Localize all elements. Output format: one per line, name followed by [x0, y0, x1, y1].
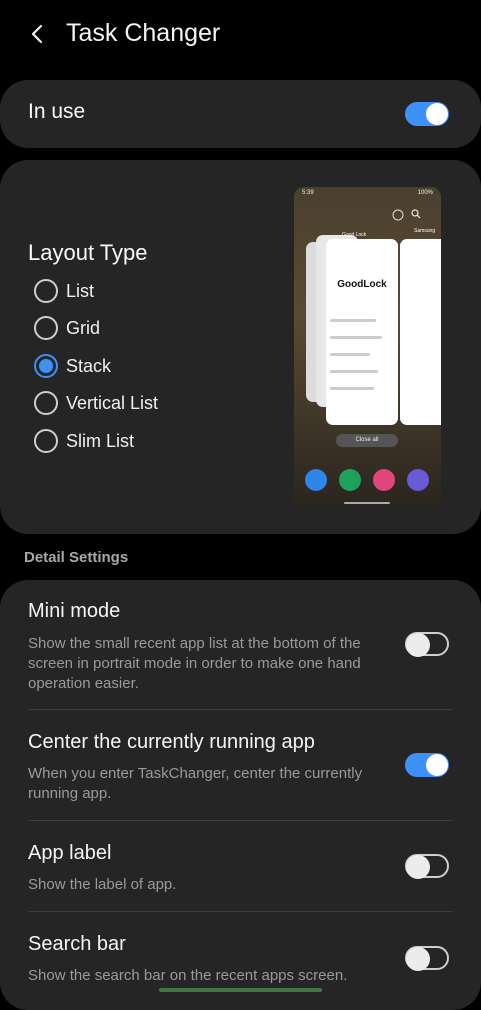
- gallery-icon: [373, 469, 395, 491]
- setting-title-search-bar[interactable]: Search bar: [28, 933, 126, 956]
- setting-desc-search-bar: Show the search bar on the recent apps s…: [28, 967, 348, 984]
- layout-type-card: Layout Type List Grid Stack Vertical Lis…: [0, 160, 481, 534]
- detail-settings-card: Mini mode Show the small recent app list…: [0, 580, 481, 1010]
- chevron-left-icon[interactable]: [26, 22, 50, 46]
- divider: [28, 709, 453, 710]
- radio-grid[interactable]: [34, 316, 58, 340]
- setting-title-app-label[interactable]: App label: [28, 842, 111, 865]
- setting-desc-mini-mode: Show the small recent app list at the bo…: [28, 635, 361, 692]
- page-title: Task Changer: [66, 19, 221, 47]
- radio-vertical-list[interactable]: [34, 391, 58, 415]
- setting-desc-app-label: Show the label of app.: [28, 876, 177, 893]
- in-use-toggle[interactable]: [405, 102, 449, 126]
- layout-type-title: Layout Type: [28, 240, 148, 265]
- divider: [28, 911, 453, 912]
- preview-card-main: GoodLock: [326, 239, 398, 425]
- setting-desc-center-app: When you enter TaskChanger, center the c…: [28, 765, 363, 802]
- in-use-label: In use: [28, 100, 86, 123]
- radio-label-grid[interactable]: Grid: [66, 318, 100, 339]
- toggle-knob: [426, 754, 448, 776]
- preview-line: [330, 319, 376, 322]
- detail-settings-label: Detail Settings: [24, 549, 129, 566]
- in-use-card[interactable]: In use: [0, 80, 481, 148]
- preview-line: [330, 336, 382, 339]
- preview-line: [330, 353, 370, 356]
- preview-time: 5:39: [302, 190, 314, 196]
- top-app-bar: Task Changer: [0, 0, 481, 70]
- toggle-knob: [406, 947, 430, 971]
- preview-close-all: Close all: [336, 434, 398, 447]
- preview-search-icon: [411, 209, 421, 219]
- internet-icon: [407, 469, 429, 491]
- toggle-knob: [426, 103, 448, 125]
- preview-battery: 100%: [417, 190, 433, 196]
- setting-title-center-app[interactable]: Center the currently running app: [28, 731, 315, 754]
- preview-counter-icon: [392, 209, 404, 221]
- preview-app-label-right: Samsung: [414, 228, 436, 234]
- radio-label-list[interactable]: List: [66, 281, 94, 302]
- toggle-knob: [406, 633, 430, 657]
- preview-navbar: [344, 502, 390, 504]
- radio-selected-dot: [39, 359, 53, 373]
- radio-label-slim-list[interactable]: Slim List: [66, 431, 134, 452]
- radio-label-stack[interactable]: Stack: [66, 356, 111, 377]
- layout-preview-image: 5:39 100% Good Lock Samsung GoodLock Clo…: [294, 187, 441, 507]
- phone-icon: [339, 469, 361, 491]
- search-bar-toggle[interactable]: [405, 946, 449, 971]
- messages-icon: [305, 469, 327, 491]
- radio-stack[interactable]: [34, 354, 58, 378]
- preview-line: [330, 387, 374, 390]
- gesture-navigation-bar[interactable]: [159, 988, 322, 992]
- mini-mode-toggle[interactable]: [405, 632, 449, 657]
- app-label-toggle[interactable]: [405, 854, 449, 879]
- center-app-toggle[interactable]: [405, 753, 449, 777]
- preview-status-bar: 5:39 100%: [302, 190, 433, 196]
- toggle-knob: [406, 855, 430, 879]
- radio-label-vertical-list[interactable]: Vertical List: [66, 393, 158, 414]
- preview-line: [330, 370, 378, 373]
- radio-list[interactable]: [34, 279, 58, 303]
- preview-goodlock-logo: GoodLock: [337, 279, 387, 290]
- preview-card-right: [400, 239, 441, 425]
- divider: [28, 820, 453, 821]
- setting-title-mini-mode[interactable]: Mini mode: [28, 600, 120, 623]
- radio-slim-list[interactable]: [34, 429, 58, 453]
